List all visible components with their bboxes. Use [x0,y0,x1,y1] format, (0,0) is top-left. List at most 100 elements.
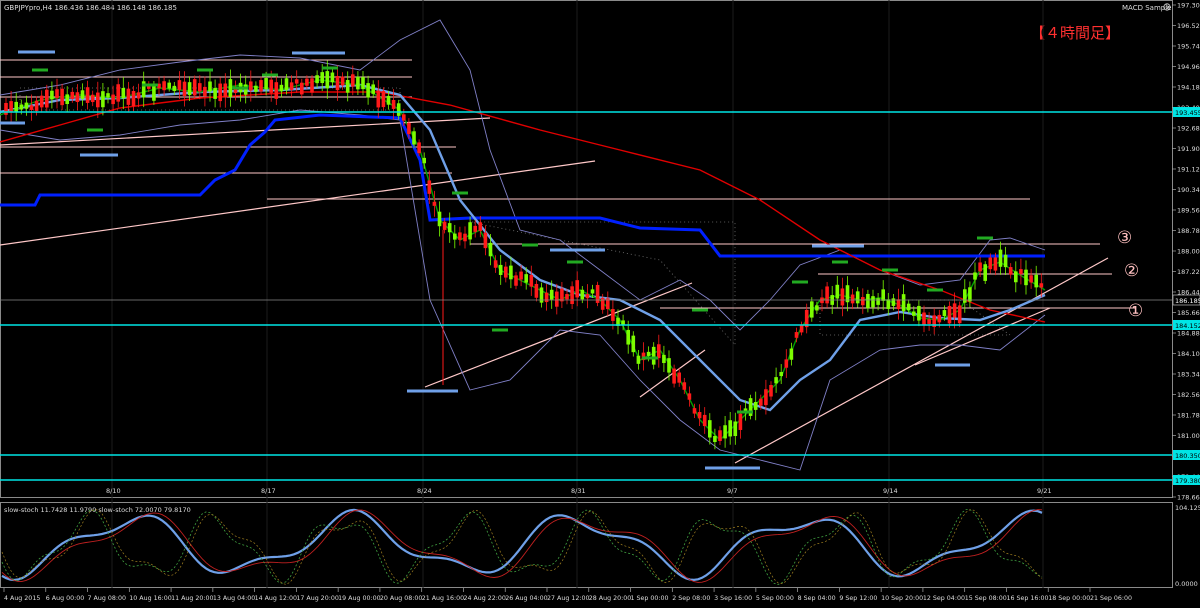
svg-text:3 Sep 16:00: 3 Sep 16:00 [714,595,752,602]
svg-text:8 Sep 04:00: 8 Sep 04:00 [798,595,836,602]
date-marker: 9/21 [1037,487,1052,495]
date-marker: 8/10 [106,487,121,495]
svg-text:8/24: 8/24 [417,487,432,495]
price-tick: 192.680 [1172,125,1200,133]
svg-text:18 Sep 00:00: 18 Sep 00:00 [1048,595,1090,602]
svg-text:182.560: 182.560 [1177,391,1200,399]
svg-text:185.660: 185.660 [1177,309,1200,317]
svg-text:183.340: 183.340 [1177,371,1200,379]
svg-text:193.455: 193.455 [1175,109,1200,117]
svg-text:2 Sep 08:00: 2 Sep 08:00 [672,595,710,602]
price-tick: 183.340 [1172,371,1200,379]
price-tick: 197.30 [1172,2,1200,10]
svg-text:6 Aug 00:00: 6 Aug 00:00 [46,595,84,602]
svg-text:8/10: 8/10 [106,487,121,495]
date-marker: 8/17 [261,487,276,495]
svg-text:194.960: 194.960 [1177,63,1200,71]
svg-text:9/14: 9/14 [883,487,898,495]
price-tick: 184.100 [1172,350,1200,358]
svg-text:184.880: 184.880 [1177,330,1200,338]
badge-cyan-3: 180.350 [1173,450,1200,460]
price-tick: 191.900 [1172,145,1200,153]
svg-text:184.100: 184.100 [1177,350,1200,358]
price-tick: 185.660 [1172,309,1200,317]
svg-text:4 Aug 2015: 4 Aug 2015 [4,595,40,602]
timeframe-label: 【４時間足】 [1030,24,1120,42]
svg-text:9/7: 9/7 [727,487,737,495]
stoch-axis-bottom: 0.0000 [1175,580,1198,588]
svg-text:27 Aug 12:00: 27 Aug 12:00 [547,595,589,602]
price-tick: 194.180 [1172,84,1200,92]
svg-text:20 Aug 08:00: 20 Aug 08:00 [380,595,422,602]
price-tick: 196.520 [1172,22,1200,30]
svg-text:186.185: 186.185 [1175,297,1200,305]
svg-text:1 Sep 00:00: 1 Sep 00:00 [631,595,669,602]
price-tick: 188.000 [1172,248,1200,256]
svg-text:13 Aug 04:00: 13 Aug 04:00 [213,595,255,602]
price-chart[interactable]: GBPJPYpro,H4 186.436 186.484 186.148 186… [0,0,1200,604]
price-tick: 181.780 [1172,412,1200,420]
badge-cyan-1: 193.455 [1173,107,1200,117]
date-marker: 8/31 [571,487,586,495]
svg-text:188.780: 188.780 [1177,227,1200,235]
svg-text:181.780: 181.780 [1177,412,1200,420]
stoch-axis-top: 104.1254 [1175,504,1200,512]
svg-text:11 Aug 20:00: 11 Aug 20:00 [171,595,213,602]
price-tick: 182.560 [1172,391,1200,399]
badge-cyan-2: 184.152 [1173,320,1200,330]
indicator-settings-icon[interactable]: ⚙ [1163,3,1171,11]
svg-text:28 Aug 20:00: 28 Aug 20:00 [589,595,631,602]
svg-text:187.220: 187.220 [1177,268,1200,276]
svg-text:19 Aug 00:00: 19 Aug 00:00 [338,595,380,602]
annotation-2: ② [1124,261,1139,281]
price-tick: 188.780 [1172,227,1200,235]
svg-text:17 Aug 20:00: 17 Aug 20:00 [296,595,338,602]
svg-text:8/17: 8/17 [261,487,276,495]
svg-text:7 Aug 08:00: 7 Aug 08:00 [88,595,126,602]
svg-text:9/21: 9/21 [1037,487,1052,495]
svg-text:195.740: 195.740 [1177,43,1200,51]
svg-text:180.350: 180.350 [1175,452,1200,460]
price-tick: 178.660 [1172,494,1200,502]
svg-text:10 Sep 20:00: 10 Sep 20:00 [881,595,923,602]
annotation-1: ① [1128,301,1143,321]
candle [748,394,753,420]
badge-last-price: 186.185 [1172,294,1200,306]
svg-text:181.000: 181.000 [1177,432,1200,440]
svg-text:188.000: 188.000 [1177,248,1200,256]
svg-text:189.560: 189.560 [1177,207,1200,215]
svg-text:8/31: 8/31 [571,487,586,495]
price-tick: 190.340 [1172,186,1200,194]
price-tick: 189.560 [1172,207,1200,215]
svg-text:179.380: 179.380 [1175,477,1200,485]
svg-text:190.340: 190.340 [1177,186,1200,194]
price-tick: 187.220 [1172,268,1200,276]
candle [983,261,987,284]
date-marker: 9/14 [883,487,898,495]
svg-text:15 Sep 08:00: 15 Sep 08:00 [965,595,1007,602]
svg-text:9 Sep 12:00: 9 Sep 12:00 [839,595,877,602]
svg-text:16 Sep 16:00: 16 Sep 16:00 [1006,595,1048,602]
svg-text:26 Aug 04:00: 26 Aug 04:00 [505,595,547,602]
badge-cyan-4: 179.380 [1173,475,1200,485]
svg-text:5 Sep 00:00: 5 Sep 00:00 [756,595,794,602]
svg-text:⚙: ⚙ [1165,5,1170,11]
price-tick: 195.740 [1172,43,1200,51]
price-tick: 194.960 [1172,63,1200,71]
symbol-title: GBPJPYpro,H4 186.436 186.484 186.148 186… [4,4,177,12]
svg-text:14 Aug 12:00: 14 Aug 12:00 [255,595,297,602]
svg-text:197.30: 197.30 [1177,2,1200,10]
svg-text:194.180: 194.180 [1177,84,1200,92]
date-marker: 9/7 [727,487,737,495]
svg-text:196.520: 196.520 [1177,22,1200,30]
price-tick: 184.880 [1172,330,1200,338]
svg-text:184.152: 184.152 [1175,322,1200,330]
svg-text:24 Aug 22:00: 24 Aug 22:00 [463,595,505,602]
svg-text:191.120: 191.120 [1177,166,1200,174]
svg-text:12 Sep 04:00: 12 Sep 04:00 [923,595,965,602]
svg-text:10 Aug 16:00: 10 Aug 16:00 [129,595,171,602]
svg-text:21 Aug 16:00: 21 Aug 16:00 [422,595,464,602]
svg-text:192.680: 192.680 [1177,125,1200,133]
svg-text:21 Sep 06:00: 21 Sep 06:00 [1090,595,1132,602]
svg-text:178.660: 178.660 [1177,494,1200,502]
